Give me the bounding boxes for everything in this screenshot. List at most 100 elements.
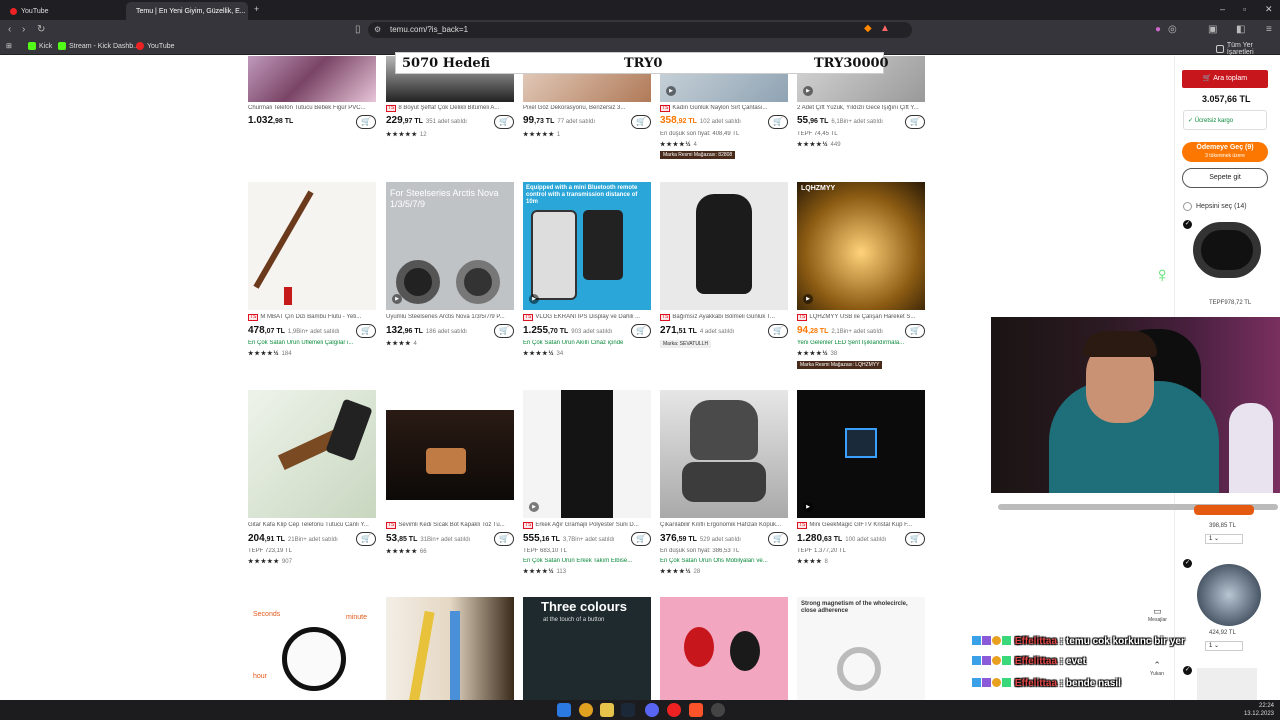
product-title[interactable]: Çıkarılabilir Kılıflı Ergonomik Hafızalı… [660,522,788,528]
add-to-cart-icon[interactable]: 🛒 [494,324,514,338]
product-image[interactable] [386,597,514,700]
product-image[interactable]: ▶ [797,390,925,518]
new-tab-icon[interactable]: + [254,4,259,14]
apps-icon[interactable]: ⊞ [6,42,12,50]
add-to-cart-icon[interactable]: 🛒 [631,115,651,129]
add-to-cart-icon[interactable]: 🛒 [905,115,925,129]
play-icon[interactable]: ▶ [529,502,539,512]
product-title[interactable]: TS LQHZMYY USB ile Çalışan Hareket S... [797,314,925,321]
bookmark-stream[interactable]: Stream - Kick Dashb... [58,42,139,50]
sidebar-icon[interactable]: ▣ [1208,24,1217,35]
add-to-cart-icon[interactable]: 🛒 [494,115,514,129]
bookmark-youtube[interactable]: YouTube [136,42,175,50]
add-to-cart-icon[interactable]: 🛒 [356,532,376,546]
product-image[interactable]: Seconds minute hour [248,597,376,700]
obs-icon[interactable] [711,703,725,717]
bookmark-icon[interactable]: ▯ [355,24,361,35]
extension-icon[interactable]: ● [1155,24,1161,35]
play-icon[interactable]: ▶ [803,502,813,512]
product-title[interactable]: Churmali Telefon Tutucu Bebek Figür PVC.… [248,105,376,111]
product-title[interactable]: TS Sevimli Kedi Sıcak Bot Kapaklı Toz Tu.… [386,522,514,529]
all-bookmarks[interactable]: Tüm Yer İşaretleri [1216,42,1280,56]
checkout-button[interactable]: Ödemeye Geç (9) 3 tükenmek üzere [1182,142,1268,162]
product-image[interactable] [248,390,376,518]
product-title[interactable]: TS M MBAT Çin Dizi Bambu Flütü - Yeti... [248,314,376,321]
cart-item-image[interactable] [1197,564,1261,626]
product-image[interactable] [386,390,514,518]
product-image[interactable] [660,597,788,700]
tab-youtube[interactable]: YouTube [4,2,124,20]
go-to-cart-button[interactable]: Sepete git [1182,168,1268,188]
play-icon[interactable]: ▶ [666,86,676,96]
scroll-top-button[interactable]: ⌃ Yukarı [1150,660,1164,677]
product-title[interactable]: TS Kadın Günlük Naylon Sırt Çantası... [660,105,788,112]
add-to-cart-icon[interactable]: 🛒 [768,115,788,129]
quantity-select[interactable]: 1 ⌄ [1205,641,1243,651]
folder-icon[interactable] [600,703,614,717]
item-checkbox[interactable]: ✓ [1183,220,1192,229]
quantity-select[interactable]: 1 ⌄ [1205,534,1243,544]
play-icon[interactable]: ▶ [803,294,813,304]
product-image[interactable]: For Steelseries Arctis Nova 1/3/5/7/9 ▶ [386,182,514,310]
brave-icon[interactable] [689,703,703,717]
product-title[interactable]: Gitar Kafa Klip Cep Telefonu Tutucu Canl… [248,522,376,528]
forward-icon[interactable]: › [22,24,25,35]
play-icon[interactable]: ▶ [392,294,402,304]
add-to-cart-icon[interactable]: 🛒 [768,532,788,546]
steam-icon[interactable] [621,703,635,717]
product-image[interactable]: Three colours at the touch of a button [523,597,651,700]
product-title[interactable]: Pixel Göz Dekorasyonu, Benzersiz 3... [523,105,651,111]
product-image[interactable]: ▶ [523,390,651,518]
start-icon[interactable] [557,703,571,717]
bookmark-kick[interactable]: Kick [28,42,52,50]
product-title[interactable]: Uyumlu Steelseries Arctis Nova 1/3/5/7/9… [386,314,514,320]
add-to-cart-icon[interactable]: 🛒 [356,115,376,129]
tab-temu[interactable]: Temu | En Yeni Giyim, Güzellik, E... [126,2,248,20]
subtotal-button[interactable]: 🛒 Ara toplam [1182,70,1268,88]
product-image[interactable] [248,182,376,310]
product-title[interactable]: TS VLOG EKRANI IPS Display ve Dahili ... [523,314,651,321]
item-checkbox[interactable]: ✓ [1183,666,1192,675]
discord-icon[interactable] [645,703,659,717]
opera-icon[interactable] [667,703,681,717]
site-info-icon[interactable]: ⚙ [374,24,381,35]
wallet-icon[interactable]: ◧ [1236,24,1245,35]
product-image[interactable] [660,390,788,518]
product-title[interactable]: TS Bağımsız Ayakkabı Bölmeli Günlük T... [660,314,788,321]
extension-icon[interactable]: ◎ [1168,24,1177,35]
add-to-cart-icon[interactable]: 🛒 [905,324,925,338]
address-bar[interactable]: ⚙ temu.com/?is_back=1 ▲ ◆ [368,22,912,38]
cart-item-image[interactable] [1197,668,1257,700]
product-title[interactable]: TS Mini GeekMagic GIFTV Kristal Küp F... [797,522,925,529]
product-image[interactable] [660,182,788,310]
add-to-cart-icon[interactable]: 🛒 [905,532,925,546]
chrome-icon[interactable] [579,703,593,717]
close-icon[interactable]: ✕ [1265,4,1273,15]
reload-icon[interactable]: ↻ [37,24,45,35]
add-to-cart-icon[interactable]: 🛒 [768,324,788,338]
product-title[interactable]: TS Erkek Ağır Gramajlı Polyester Suni D..… [523,522,651,529]
add-to-cart-icon[interactable]: 🛒 [631,532,651,546]
back-icon[interactable]: ‹ [8,24,11,35]
maximize-icon[interactable]: ▫ [1243,4,1246,14]
messages-button[interactable]: ▭ Mesajlar [1148,606,1167,623]
play-icon[interactable]: ▶ [529,294,539,304]
cart-item-image[interactable] [1193,222,1261,278]
add-to-cart-icon[interactable]: 🛒 [631,324,651,338]
add-to-cart-icon[interactable]: 🛒 [356,324,376,338]
minimize-icon[interactable]: – [1220,4,1225,14]
menu-icon[interactable]: ≡ [1266,24,1272,35]
product-title[interactable]: 2 Adet Çift Yüzük, Yıldızlı Gece İşığını… [797,105,925,111]
item-checkbox[interactable]: ✓ [1183,559,1192,568]
system-clock[interactable]: 22:24 13.12.2023 [1244,702,1274,718]
brave-shield-icon[interactable]: ▲ [880,23,890,34]
select-all-checkbox[interactable]: Hepsini seç (14) [1183,202,1247,211]
product-image[interactable]: Equipped with a mini Bluetooth remote co… [523,182,651,310]
shield-icon[interactable]: ◆ [864,23,872,34]
product-image[interactable]: LQHZMYY ▶ [797,182,925,310]
play-icon[interactable]: ▶ [803,86,813,96]
product-title[interactable]: TS 8 Boyut Şeffaf Çok Delikli Bitümeli A.… [386,105,514,112]
product-image[interactable] [248,56,376,102]
add-to-cart-icon[interactable]: 🛒 [494,532,514,546]
product-image[interactable]: Strong magnetism of the wholecircle, clo… [797,597,925,700]
